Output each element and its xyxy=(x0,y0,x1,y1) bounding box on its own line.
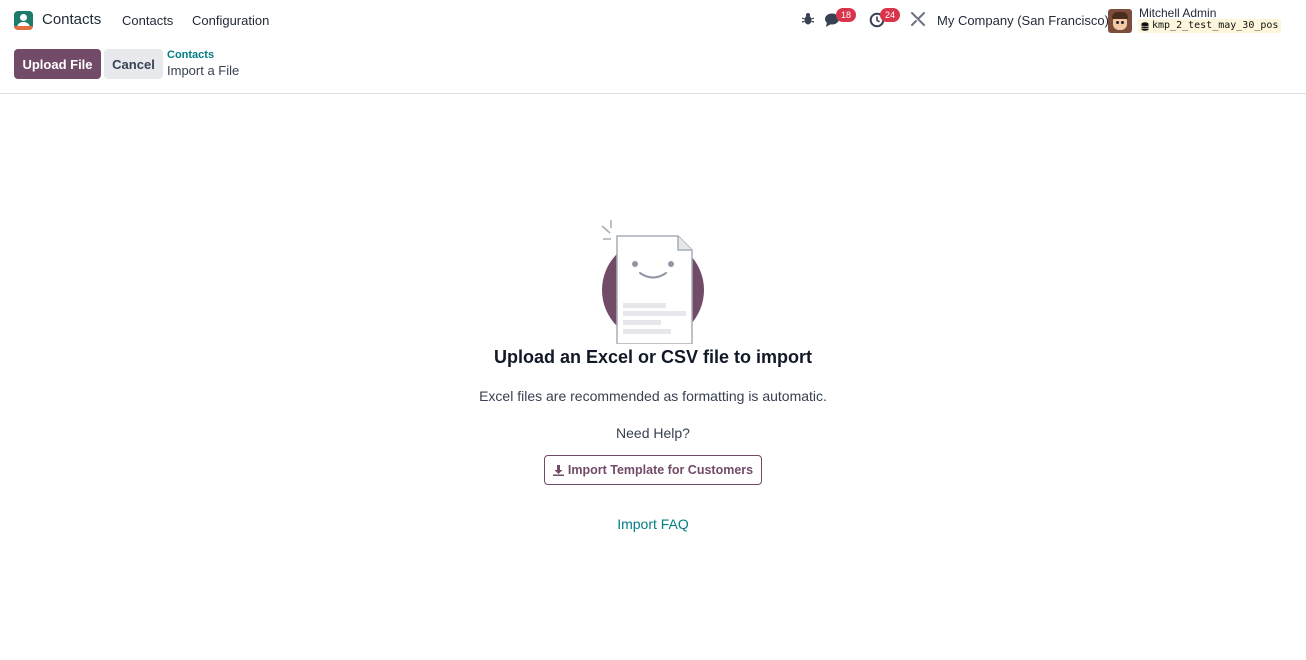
need-help-label: Need Help? xyxy=(616,425,690,441)
file-upload-illustration xyxy=(598,218,708,345)
tools-icon[interactable] xyxy=(910,11,926,32)
breadcrumb-current: Import a File xyxy=(167,63,240,78)
database-icon xyxy=(1141,21,1149,31)
bug-icon[interactable] xyxy=(801,12,815,31)
app-name[interactable]: Contacts xyxy=(42,11,101,28)
menu-contacts[interactable]: Contacts xyxy=(122,13,173,28)
user-avatar[interactable] xyxy=(1108,9,1132,33)
breadcrumb-contacts[interactable]: Contacts xyxy=(167,49,214,61)
database-name: kmp_2_test_may_30_pos xyxy=(1152,20,1279,31)
contacts-app-icon[interactable] xyxy=(14,11,33,30)
activity-badge: 24 xyxy=(880,8,901,22)
company-switcher[interactable]: My Company (San Francisco) xyxy=(937,13,1109,28)
top-navbar: Contacts Contacts Configuration 18 24 My… xyxy=(0,0,1306,41)
import-template-label: Import Template for Customers xyxy=(567,463,754,477)
upload-file-button[interactable]: Upload File xyxy=(14,49,101,79)
cancel-button[interactable]: Cancel xyxy=(104,49,163,79)
control-panel: Upload File Cancel Contacts Import a Fil… xyxy=(0,41,1306,94)
database-tag: kmp_2_test_may_30_pos xyxy=(1138,19,1282,33)
upload-hint: Excel files are recommended as formattin… xyxy=(479,388,827,404)
import-faq-row: Import FAQ xyxy=(0,516,1306,532)
upload-title: Upload an Excel or CSV file to import xyxy=(493,347,813,367)
menu-configuration[interactable]: Configuration xyxy=(192,13,269,28)
user-name[interactable]: Mitchell Admin xyxy=(1139,6,1216,20)
import-faq-link[interactable]: Import FAQ xyxy=(617,516,689,532)
download-icon xyxy=(552,464,564,476)
chat-badge: 18 xyxy=(836,8,857,22)
import-template-button[interactable]: Import Template for Customers xyxy=(544,455,762,485)
